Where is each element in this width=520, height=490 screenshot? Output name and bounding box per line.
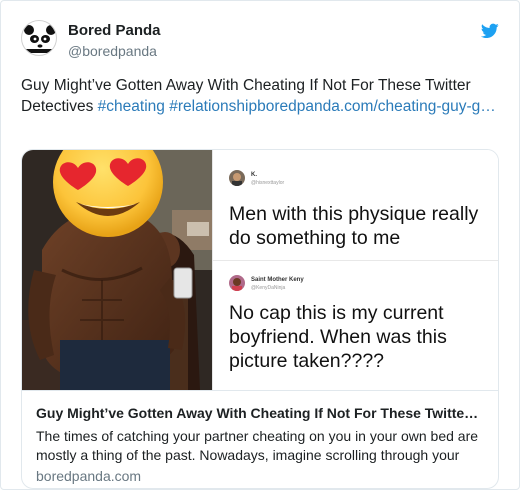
article-url-link[interactable]: boredpanda.com/cheating-guy-g… [257, 98, 496, 115]
avatar [229, 275, 245, 291]
account-name[interactable]: Bored Panda [68, 22, 161, 40]
embedded-tweet-handle: @KenyDaNinja [251, 285, 286, 291]
embedded-tweet-text: No cap this is my current boyfriend. Whe… [229, 302, 447, 372]
hashtag-link[interactable]: #relationship [169, 98, 257, 115]
avatar [229, 170, 245, 186]
link-card[interactable]: K. @hisnexttaylor Men with this physique… [21, 149, 499, 489]
hashtag-link[interactable]: #cheating [98, 98, 165, 115]
tweet-header: Bored Panda @boredpanda [21, 20, 501, 64]
embedded-tweet-2: Saint Mother Keny @KenyDaNinja No cap th… [213, 260, 498, 390]
twitter-bird-icon[interactable] [481, 23, 499, 39]
embedded-tweet-handle: @hisnexttaylor [251, 180, 285, 186]
card-domain[interactable]: boredpanda.com [36, 467, 141, 485]
account-handle[interactable]: @boredpanda [68, 42, 157, 60]
card-body[interactable]: Guy Might’ve Gotten Away With Cheating I… [22, 390, 498, 488]
panda-logo-icon[interactable] [21, 20, 57, 56]
embedded-tweet-text: Men with this physique really do somethi… [229, 203, 479, 249]
tweet-embed: Bored Panda @boredpanda Guy Might’ve Got… [0, 0, 520, 490]
embedded-tweet-1: K. @hisnexttaylor Men with this physique… [213, 150, 498, 258]
card-title[interactable]: Guy Might’ve Gotten Away With Cheating I… [36, 404, 488, 422]
photo-couple [22, 150, 212, 390]
embedded-tweet-author: K. [251, 172, 257, 178]
embedded-tweet-author: Saint Mother Keny [251, 277, 304, 283]
tweet-text: Guy Might’ve Gotten Away With Cheating I… [21, 75, 501, 117]
card-image[interactable]: K. @hisnexttaylor Men with this physique… [22, 150, 498, 390]
card-description: The times of catching your partner cheat… [36, 428, 479, 463]
